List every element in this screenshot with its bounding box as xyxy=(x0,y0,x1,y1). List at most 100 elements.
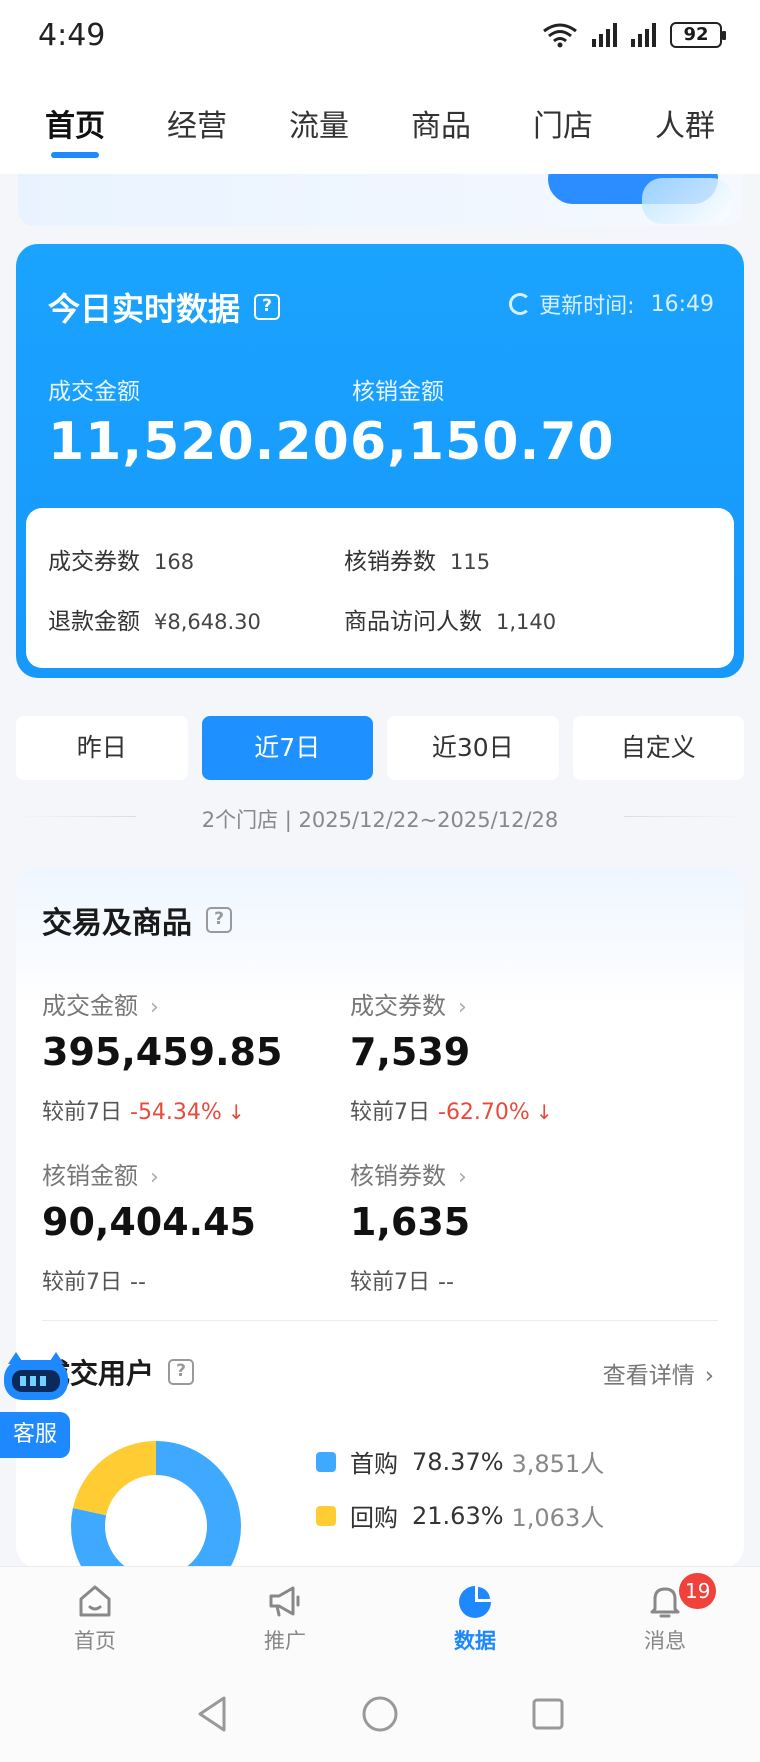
metric-deal-coupons-label[interactable]: 成交券数 › xyxy=(350,986,467,1021)
refresh-icon xyxy=(509,293,532,315)
legend-name: 回购 xyxy=(350,1504,398,1532)
legend-count: 3,851人 xyxy=(511,1450,605,1478)
legend-dot-first xyxy=(316,1451,336,1472)
view-details-text: 查看详情 xyxy=(602,1363,695,1389)
signal-icon-2 xyxy=(631,23,656,47)
promo-banner[interactable] xyxy=(18,174,742,226)
signal-icon xyxy=(592,23,617,47)
top-tab-bar: 首页 经营 流量 商品 门店 人群 xyxy=(0,80,760,174)
refund-value: ¥8,648.30 xyxy=(154,610,261,634)
legend-pct: 21.63% xyxy=(412,1501,504,1530)
chevron-right-icon: › xyxy=(150,1165,159,1190)
nav-data[interactable]: 数据 xyxy=(380,1567,570,1666)
change-percent: -- xyxy=(130,1270,146,1295)
tab-stores[interactable]: 门店 xyxy=(502,80,624,174)
help-icon[interactable]: ? xyxy=(168,1359,195,1385)
arrow-down-icon: ↓ xyxy=(535,1100,553,1124)
battery-icon: 92 xyxy=(670,22,726,48)
section-divider xyxy=(42,1320,718,1321)
metric-verify-coupons-value: 1,635 xyxy=(350,1200,471,1244)
recents-icon[interactable] xyxy=(530,1696,566,1732)
metric-label-text: 成交券数 xyxy=(350,992,446,1020)
metric-verify-coupons-label[interactable]: 核销券数 › xyxy=(350,1156,467,1191)
change-percent: -62.70% xyxy=(438,1100,530,1125)
deal-coupons-label: 成交券数 xyxy=(48,549,140,575)
robot-mascot-icon xyxy=(4,1352,68,1400)
verify-coupons-value: 115 xyxy=(450,550,491,574)
metric-label-text: 核销金额 xyxy=(42,1162,138,1190)
period-selector: 昨日 近7日 近30日 自定义 xyxy=(16,716,744,780)
metric-verify-amount-compare: 较前7日 -- xyxy=(42,1264,146,1296)
update-label: 更新时间: xyxy=(539,294,635,319)
tab-traffic[interactable]: 流量 xyxy=(258,80,380,174)
date-range: 2个门店 | 2025/12/22~2025/12/28 xyxy=(0,804,760,834)
trade-title: 交易及商品 ? xyxy=(42,898,232,942)
visitors-label: 商品访问人数 xyxy=(344,609,482,635)
metric-deal-coupons-value: 7,539 xyxy=(350,1030,471,1074)
help-icon[interactable]: ? xyxy=(254,294,281,320)
refund-label: 退款金额 xyxy=(48,609,140,635)
status-icons: 92 xyxy=(542,22,726,48)
verify-coupons-label: 核销券数 xyxy=(344,549,436,575)
deal-coupons: 成交券数 168 xyxy=(48,542,194,576)
period-30-days[interactable]: 近30日 xyxy=(387,716,559,780)
nav-messages[interactable]: 消息 19 xyxy=(570,1567,760,1666)
tab-products[interactable]: 商品 xyxy=(380,80,502,174)
metric-deal-amount-label[interactable]: 成交金额 › xyxy=(42,986,159,1021)
period-yesterday[interactable]: 昨日 xyxy=(16,716,188,780)
trade-title-text: 交易及商品 xyxy=(42,906,192,941)
chevron-right-icon: › xyxy=(458,1165,467,1190)
compare-label: 较前7日 xyxy=(42,1100,122,1125)
metric-label-text: 核销券数 xyxy=(350,1162,446,1190)
period-7-days[interactable]: 近7日 xyxy=(201,716,373,780)
compare-label: 较前7日 xyxy=(350,1270,430,1295)
legend-first-purchase: 首购 78.37% 3,851人 xyxy=(316,1444,604,1479)
pie-chart-icon xyxy=(459,1586,491,1618)
legend-count: 1,063人 xyxy=(511,1504,605,1532)
update-time[interactable]: 更新时间: 16:49 xyxy=(509,288,714,320)
legend-repurchase: 回购 21.63% 1,063人 xyxy=(316,1498,604,1533)
product-visitors: 商品访问人数 1,140 xyxy=(344,602,556,636)
tab-audience[interactable]: 人群 xyxy=(624,80,746,174)
metric-label-text: 成交金额 xyxy=(42,992,138,1020)
compare-label: 较前7日 xyxy=(42,1270,122,1295)
metric-verify-amount-value: 90,404.45 xyxy=(42,1200,256,1244)
change-percent: -- xyxy=(438,1270,454,1295)
legend-name: 首购 xyxy=(350,1450,398,1478)
legend-pct: 78.37% xyxy=(412,1447,504,1476)
tab-operations[interactable]: 经营 xyxy=(136,80,258,174)
nav-label: 推广 xyxy=(264,1629,306,1653)
deal-amount-label: 成交金额 xyxy=(48,379,140,405)
metric-deal-coupons-compare: 较前7日 -62.70% ↓ xyxy=(350,1094,553,1126)
megaphone-icon xyxy=(269,1586,300,1617)
realtime-data-card: 今日实时数据 ? 更新时间: 16:49 成交金额 11,520.20 核销金额… xyxy=(16,244,744,678)
unread-badge: 19 xyxy=(679,1573,717,1609)
metric-deal-amount-value: 395,459.85 xyxy=(42,1030,283,1074)
view-details-link[interactable]: 查看详情 › xyxy=(603,1356,714,1390)
nav-home[interactable]: 首页 xyxy=(0,1567,190,1666)
home-icon xyxy=(79,1585,111,1617)
system-nav-bar xyxy=(0,1666,760,1762)
customer-service-label: 客服 xyxy=(0,1412,70,1458)
deal-coupons-value: 168 xyxy=(154,550,195,574)
realtime-title: 今日实时数据 ? xyxy=(48,284,281,330)
metric-verify-amount-label[interactable]: 核销金额 › xyxy=(42,1156,159,1191)
verify-coupons: 核销券数 115 xyxy=(344,542,490,576)
tab-home[interactable]: 首页 xyxy=(14,80,136,174)
nav-label: 数据 xyxy=(454,1629,496,1653)
realtime-title-text: 今日实时数据 xyxy=(48,290,241,328)
change-percent: -54.34% xyxy=(130,1100,222,1125)
update-time-value: 16:49 xyxy=(650,291,714,317)
arrow-down-icon: ↓ xyxy=(227,1100,245,1124)
chevron-right-icon: › xyxy=(704,1363,714,1389)
nav-label: 首页 xyxy=(74,1629,116,1653)
metric-verify-coupons-compare: 较前7日 -- xyxy=(350,1264,454,1296)
chevron-right-icon: › xyxy=(458,995,467,1020)
visitors-value: 1,140 xyxy=(496,610,557,634)
period-custom[interactable]: 自定义 xyxy=(572,716,744,780)
nav-promotion[interactable]: 推广 xyxy=(190,1567,380,1666)
deal-amount-value: 11,520.20 xyxy=(48,412,350,472)
back-icon[interactable] xyxy=(194,1694,230,1734)
home-circle-icon[interactable] xyxy=(360,1694,400,1734)
help-icon[interactable]: ? xyxy=(206,907,232,933)
